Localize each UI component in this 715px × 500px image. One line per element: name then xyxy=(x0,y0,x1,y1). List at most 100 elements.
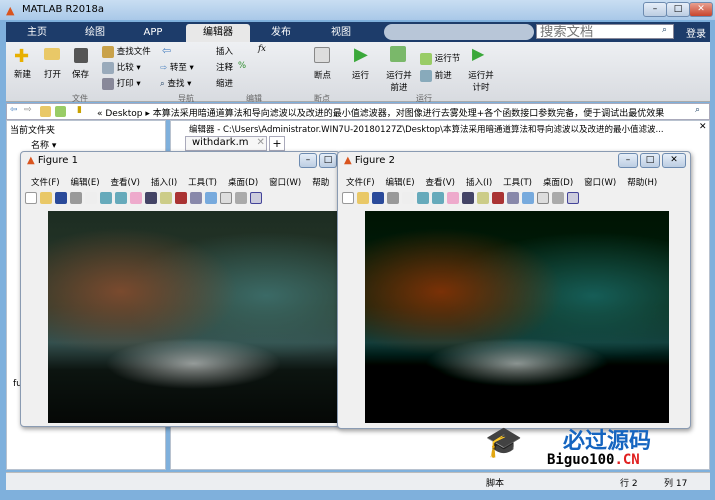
new-button[interactable]: 新建 xyxy=(14,68,31,80)
rotate-icon[interactable] xyxy=(145,192,157,204)
hide-plot-tools-icon[interactable] xyxy=(552,192,564,204)
run-advance-button[interactable]: 运行并前进 xyxy=(384,69,414,93)
new-tab-button[interactable]: + xyxy=(269,136,285,151)
maximize-button[interactable]: □ xyxy=(666,2,690,17)
minimize-button[interactable]: – xyxy=(643,2,667,17)
figure2-close-button[interactable]: ✕ xyxy=(662,153,686,168)
show-plot-tools-icon[interactable] xyxy=(250,192,262,204)
name-column-header[interactable]: 名称 ▾ xyxy=(31,138,56,151)
login-button[interactable]: 登录 xyxy=(686,25,706,40)
menu-tools[interactable]: 工具(T) xyxy=(503,178,532,188)
brush-icon[interactable] xyxy=(492,192,504,204)
hide-plot-tools-icon[interactable] xyxy=(235,192,247,204)
comment-percent-icon[interactable]: % xyxy=(238,61,246,71)
search-icon[interactable]: ⌕ xyxy=(662,25,667,35)
run-section-button[interactable]: 运行节 xyxy=(420,52,460,65)
print-button[interactable]: 打印 ▾ xyxy=(102,77,141,90)
tab-withdark[interactable]: withdark.m ✕ xyxy=(185,136,267,151)
menu-edit[interactable]: 编辑(E) xyxy=(71,178,100,188)
figure2-maximize-button[interactable]: □ xyxy=(640,153,660,168)
back-icon[interactable]: ⇦ xyxy=(10,105,18,115)
menu-desktop[interactable]: 桌面(D) xyxy=(228,178,258,188)
browse-folder-icon[interactable] xyxy=(55,106,66,117)
print-icon[interactable] xyxy=(70,192,82,204)
tab-publish[interactable]: 发布 xyxy=(252,24,310,42)
compare-button[interactable]: 比较 ▾ xyxy=(102,61,141,74)
pan-icon[interactable] xyxy=(130,192,142,204)
colorbar-icon[interactable] xyxy=(205,192,217,204)
open-icon[interactable] xyxy=(357,192,369,204)
close-editor-icon[interactable]: ✕ xyxy=(699,122,707,132)
figure1-window[interactable]: ▲ Figure 1 – □ 文件(F) 编辑(E) 查看(V) 插入(I) 工具(T)… xyxy=(20,151,340,427)
figure1-minimize-button[interactable]: – xyxy=(299,153,317,168)
up-folder-icon[interactable] xyxy=(40,106,51,117)
zoom-in-icon[interactable] xyxy=(100,192,112,204)
menu-help[interactable]: 帮助 xyxy=(312,178,329,188)
close-button[interactable]: ✕ xyxy=(689,2,713,17)
legend-icon[interactable] xyxy=(220,192,232,204)
zoom-out-icon[interactable] xyxy=(115,192,127,204)
tab-apps[interactable]: APP xyxy=(124,24,182,42)
menu-view[interactable]: 查看(V) xyxy=(426,178,455,188)
tab-plots[interactable]: 绘图 xyxy=(66,24,124,42)
colorbar-icon[interactable] xyxy=(522,192,534,204)
run-time-button[interactable]: 运行并计时 xyxy=(466,69,496,93)
search-icon[interactable]: ⌕ xyxy=(695,105,700,115)
show-plot-tools-icon[interactable] xyxy=(567,192,579,204)
save-button[interactable]: 保存 xyxy=(72,68,89,80)
menu-help[interactable]: 帮助(H) xyxy=(627,178,657,188)
legend-icon[interactable] xyxy=(537,192,549,204)
zoom-in-icon[interactable] xyxy=(417,192,429,204)
pointer-icon[interactable] xyxy=(85,192,97,204)
save-icon[interactable] xyxy=(55,192,67,204)
menu-file[interactable]: 文件(F) xyxy=(31,178,60,188)
goto-button[interactable]: ⇨ 转至 ▾ xyxy=(160,61,194,73)
menu-tools[interactable]: 工具(T) xyxy=(188,178,217,188)
tab-home[interactable]: 主页 xyxy=(8,24,66,42)
run-button[interactable]: 运行 xyxy=(352,69,369,81)
close-tab-icon[interactable]: ✕ xyxy=(257,137,265,148)
menu-file[interactable]: 文件(F) xyxy=(346,178,375,188)
breakpoints-button[interactable]: 断点 xyxy=(314,69,331,81)
find-button[interactable]: ⌕ 查找 ▾ xyxy=(160,77,191,89)
address-bar[interactable]: ⇦ ⇨ ▮ « Desktop ▸ 本算法采用暗通道算法和导向滤波以及改进的最小… xyxy=(6,103,710,120)
search-docs-input[interactable] xyxy=(536,24,674,39)
pointer-icon[interactable] xyxy=(402,192,414,204)
tab-view[interactable]: 视图 xyxy=(312,24,370,42)
figure2-minimize-button[interactable]: – xyxy=(618,153,638,168)
comment-button[interactable]: 注释 xyxy=(216,61,233,73)
rotate-icon[interactable] xyxy=(462,192,474,204)
menu-insert[interactable]: 插入(I) xyxy=(466,178,492,188)
data-cursor-icon[interactable] xyxy=(477,192,489,204)
fx-button[interactable]: fx xyxy=(258,44,266,54)
breadcrumb-desktop[interactable]: Desktop xyxy=(105,109,142,119)
figure2-window[interactable]: ▲ Figure 2 – □ ✕ 文件(F) 编辑(E) 查看(V) 插入(I) 工具(… xyxy=(337,151,691,429)
breadcrumb[interactable]: « Desktop ▸ 本算法采用暗通道算法和导向滤波以及改进的最小值滤波器，对… xyxy=(97,106,664,119)
find-files-button[interactable]: 查找文件 xyxy=(102,45,151,58)
quick-access-toolbar[interactable] xyxy=(384,24,534,40)
open-button[interactable]: 打开 xyxy=(44,68,61,80)
new-figure-icon[interactable] xyxy=(342,192,354,204)
zoom-out-icon[interactable] xyxy=(432,192,444,204)
back-icon[interactable]: ⇦ xyxy=(162,44,171,57)
advance-button[interactable]: 前进 xyxy=(420,69,452,82)
figure1-maximize-button[interactable]: □ xyxy=(319,153,337,168)
link-icon[interactable] xyxy=(190,192,202,204)
pan-icon[interactable] xyxy=(447,192,459,204)
new-figure-icon[interactable] xyxy=(25,192,37,204)
open-icon[interactable] xyxy=(40,192,52,204)
brush-icon[interactable] xyxy=(175,192,187,204)
insert-button[interactable]: 插入 xyxy=(216,45,233,57)
save-icon[interactable] xyxy=(372,192,384,204)
breadcrumb-folder[interactable]: 本算法采用暗通道算法和导向滤波以及改进的最小值滤波器，对图像进行去雾处理+各个函… xyxy=(153,109,665,119)
forward-icon[interactable]: ⇨ xyxy=(24,105,32,115)
indent-button[interactable]: 缩进 xyxy=(216,77,233,89)
link-icon[interactable] xyxy=(507,192,519,204)
menu-view[interactable]: 查看(V) xyxy=(111,178,140,188)
data-cursor-icon[interactable] xyxy=(160,192,172,204)
menu-window[interactable]: 窗口(W) xyxy=(584,178,616,188)
menu-insert[interactable]: 插入(I) xyxy=(151,178,177,188)
menu-desktop[interactable]: 桌面(D) xyxy=(543,178,573,188)
menu-window[interactable]: 窗口(W) xyxy=(269,178,301,188)
print-icon[interactable] xyxy=(387,192,399,204)
